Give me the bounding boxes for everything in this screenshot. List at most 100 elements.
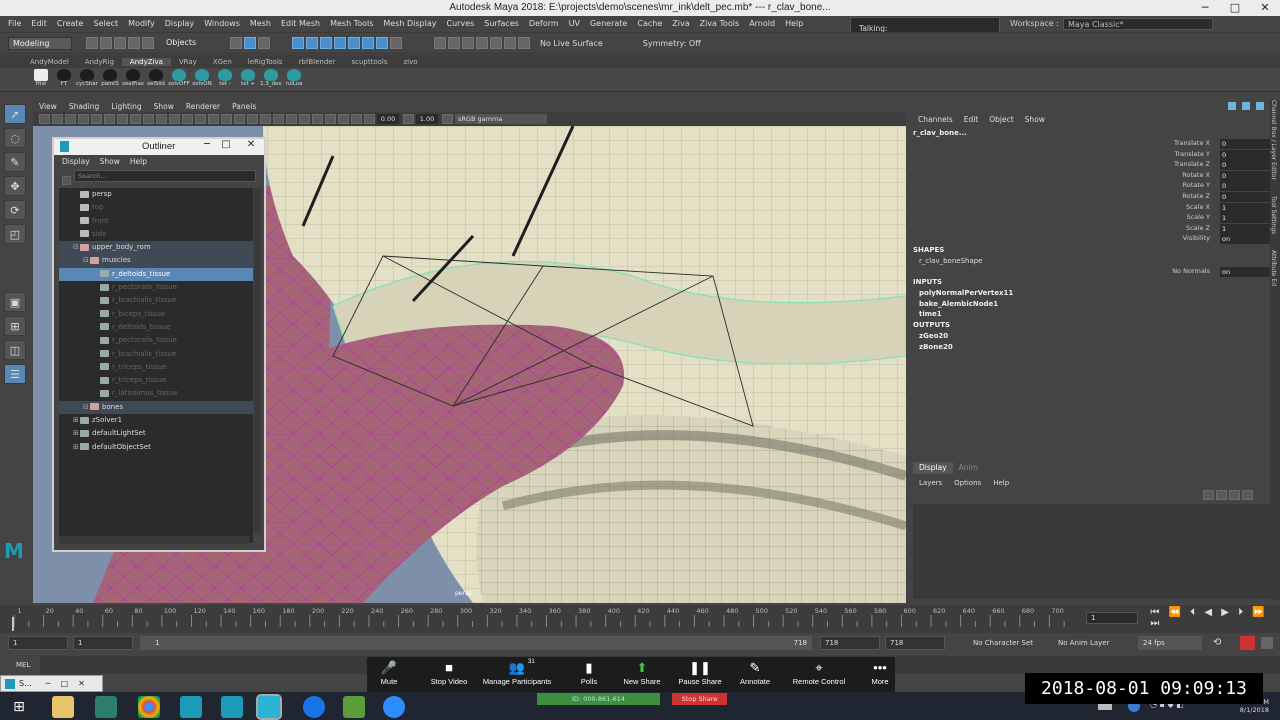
outliner-item[interactable]: r_triceps_tissue bbox=[59, 361, 253, 374]
side-tab-attribute-ed[interactable]: Attribute Ed bbox=[1270, 250, 1277, 286]
outliner-item[interactable]: ⊞ zSolver1 bbox=[59, 414, 253, 427]
playback-end-field[interactable]: 718 bbox=[820, 636, 880, 650]
outliner-item[interactable]: r_deltoids_tissue bbox=[59, 267, 253, 282]
outliner-item[interactable]: r_pectoralis_tissue bbox=[59, 334, 253, 347]
output-node[interactable]: zGeo20 bbox=[919, 332, 948, 340]
shelf-tab-rbfblender[interactable]: rbfBlender bbox=[291, 58, 344, 66]
windows-start-icon[interactable]: ⊞ bbox=[8, 696, 30, 718]
viewport-menu-panels[interactable]: Panels bbox=[232, 102, 256, 111]
shelf-tab-zivo[interactable]: zivo bbox=[395, 58, 425, 66]
minimize-button[interactable]: ─ bbox=[1190, 0, 1220, 16]
channel-attr-scale-x[interactable]: Scale X 1 bbox=[1150, 202, 1270, 213]
mel-label[interactable]: MEL bbox=[0, 656, 40, 674]
field-chart-icon[interactable] bbox=[143, 114, 154, 124]
outliner-item[interactable]: side bbox=[59, 228, 253, 241]
shelf-item-solvon[interactable]: solvON bbox=[191, 68, 213, 91]
snap-grid-icon[interactable] bbox=[292, 37, 304, 49]
layer-menu-help[interactable]: Help bbox=[993, 479, 1009, 487]
channel-attr-value[interactable]: 0 bbox=[1220, 181, 1270, 192]
outliner-minimize-button[interactable]: ─ bbox=[198, 139, 216, 150]
side-tab-channel-box-layer-editor[interactable]: Channel Box / Layer Editor bbox=[1270, 100, 1277, 180]
magnet-icon[interactable] bbox=[390, 37, 402, 49]
current-time-marker[interactable] bbox=[12, 617, 14, 631]
mini-minimize-icon[interactable]: ─ bbox=[46, 679, 51, 688]
xray-icon[interactable] bbox=[325, 114, 336, 124]
color-management-icon[interactable] bbox=[442, 114, 453, 124]
outliner-item[interactable]: r_deltoids_tissue bbox=[59, 321, 253, 334]
outliner-item[interactable]: ⊟ muscles bbox=[59, 254, 253, 268]
wireframe-icon[interactable] bbox=[182, 114, 193, 124]
workspace-selector[interactable]: Workspace : Maya Classic* bbox=[1010, 17, 1270, 30]
snap-curve-icon[interactable] bbox=[306, 37, 318, 49]
safe-title-icon[interactable] bbox=[169, 114, 180, 124]
share-meeting-id[interactable]: ID: 000-861-614 bbox=[537, 693, 660, 705]
shelf-item-ft[interactable]: FT bbox=[53, 68, 75, 91]
outliner-item[interactable]: r_biceps_tissue bbox=[59, 308, 253, 321]
maximize-button[interactable]: □ bbox=[1220, 0, 1250, 16]
anim-prefs-icon[interactable] bbox=[1261, 637, 1273, 649]
zoom-annotate-button[interactable]: ✎ Annotate bbox=[720, 657, 790, 692]
anti-aliasing-icon[interactable] bbox=[286, 114, 297, 124]
channel-menu-channels[interactable]: Channels bbox=[918, 115, 953, 124]
colorspace-dropdown[interactable]: sRGB gamma bbox=[455, 114, 547, 124]
paint-select-icon[interactable]: ✎ bbox=[4, 152, 26, 172]
output-node[interactable]: zBone20 bbox=[919, 343, 953, 351]
viewport-menu-show[interactable]: Show bbox=[154, 102, 174, 111]
scale-tool-icon[interactable]: ◰ bbox=[4, 224, 26, 244]
light-editor-icon[interactable] bbox=[504, 37, 516, 49]
move-tool-icon[interactable]: ✥ bbox=[4, 176, 26, 196]
shelf-item-tet[interactable]: tet + bbox=[237, 68, 259, 91]
menu-select[interactable]: Select bbox=[93, 19, 118, 28]
menu-ziva-tools[interactable]: Ziva Tools bbox=[700, 19, 740, 28]
auto-key-icon[interactable] bbox=[1240, 636, 1255, 650]
outliner-item[interactable]: r_triceps_tissue bbox=[59, 374, 253, 387]
outliner-maximize-button[interactable]: □ bbox=[217, 139, 235, 150]
shelf-tab-xgen[interactable]: XGen bbox=[205, 58, 240, 66]
menu-display[interactable]: Display bbox=[165, 19, 195, 28]
stop-share-button[interactable]: Stop Share bbox=[672, 693, 727, 705]
input-node[interactable]: polyNormalPerVertex11 bbox=[919, 289, 1013, 297]
menu-arnold[interactable]: Arnold bbox=[749, 19, 775, 28]
image-plane-icon[interactable] bbox=[78, 114, 89, 124]
anim-layer-dropdown[interactable]: No Anim Layer bbox=[1058, 639, 1109, 647]
outliner-close-button[interactable]: ✕ bbox=[242, 139, 260, 150]
current-frame-field[interactable]: 1 bbox=[1086, 612, 1139, 624]
lights-icon[interactable] bbox=[234, 114, 245, 124]
outliner-item[interactable]: ⊞ defaultObjectSet bbox=[59, 441, 253, 454]
channel-attr-value[interactable]: 0 bbox=[1220, 160, 1270, 171]
shelf-tab-andymodel[interactable]: AndyModel bbox=[22, 58, 77, 66]
menu-uv[interactable]: UV bbox=[569, 19, 580, 28]
channel-attr-scale-y[interactable]: Scale Y 1 bbox=[1150, 213, 1270, 224]
expand-icon[interactable]: ⊟ bbox=[83, 401, 90, 414]
menuset-dropdown[interactable]: Modeling bbox=[8, 36, 72, 50]
new-layer-selected-icon[interactable] bbox=[1229, 490, 1240, 500]
bookmark-icon[interactable] bbox=[65, 114, 76, 124]
layer-menu-options[interactable]: Options bbox=[954, 479, 981, 487]
select-tool-icon[interactable]: ➚ bbox=[4, 104, 26, 124]
layer-tab-display[interactable]: Display bbox=[913, 462, 953, 474]
smooth-shade-icon[interactable] bbox=[195, 114, 206, 124]
move-layer-up-icon[interactable] bbox=[1203, 490, 1214, 500]
chrome-icon[interactable] bbox=[138, 696, 160, 718]
app2-icon[interactable] bbox=[343, 696, 365, 718]
snap-surface-icon[interactable] bbox=[348, 37, 360, 49]
maya-active-taskbar-icon[interactable] bbox=[256, 694, 282, 720]
menu-windows[interactable]: Windows bbox=[204, 19, 240, 28]
channel-attr-translate-y[interactable]: Translate Y 0 bbox=[1150, 149, 1270, 160]
outliner-search-input[interactable]: Search... bbox=[74, 170, 256, 182]
viewport-menu-renderer[interactable]: Renderer bbox=[186, 102, 220, 111]
channel-attr-visibility[interactable]: Visibility on bbox=[1150, 234, 1270, 245]
lock-icon[interactable] bbox=[376, 37, 388, 49]
layer-menu-layers[interactable]: Layers bbox=[919, 479, 942, 487]
outliner-item[interactable]: ⊟ upper_body_rom bbox=[59, 241, 253, 255]
file-explorer-icon[interactable] bbox=[52, 696, 74, 718]
shape-name[interactable]: r_clav_boneShape bbox=[919, 257, 983, 265]
outliner-item[interactable]: r_latissimus_tissue bbox=[59, 387, 253, 400]
two-view-icon[interactable]: ◫ bbox=[4, 340, 26, 360]
input-node[interactable]: bake_AlembicNode1 bbox=[919, 300, 998, 308]
menu-mesh-display[interactable]: Mesh Display bbox=[383, 19, 436, 28]
channel-box-toggle-icon[interactable] bbox=[1228, 102, 1236, 110]
menu-generate[interactable]: Generate bbox=[590, 19, 627, 28]
save-scene-icon[interactable] bbox=[114, 37, 126, 49]
range-slider[interactable]: 1 718 bbox=[140, 636, 812, 650]
